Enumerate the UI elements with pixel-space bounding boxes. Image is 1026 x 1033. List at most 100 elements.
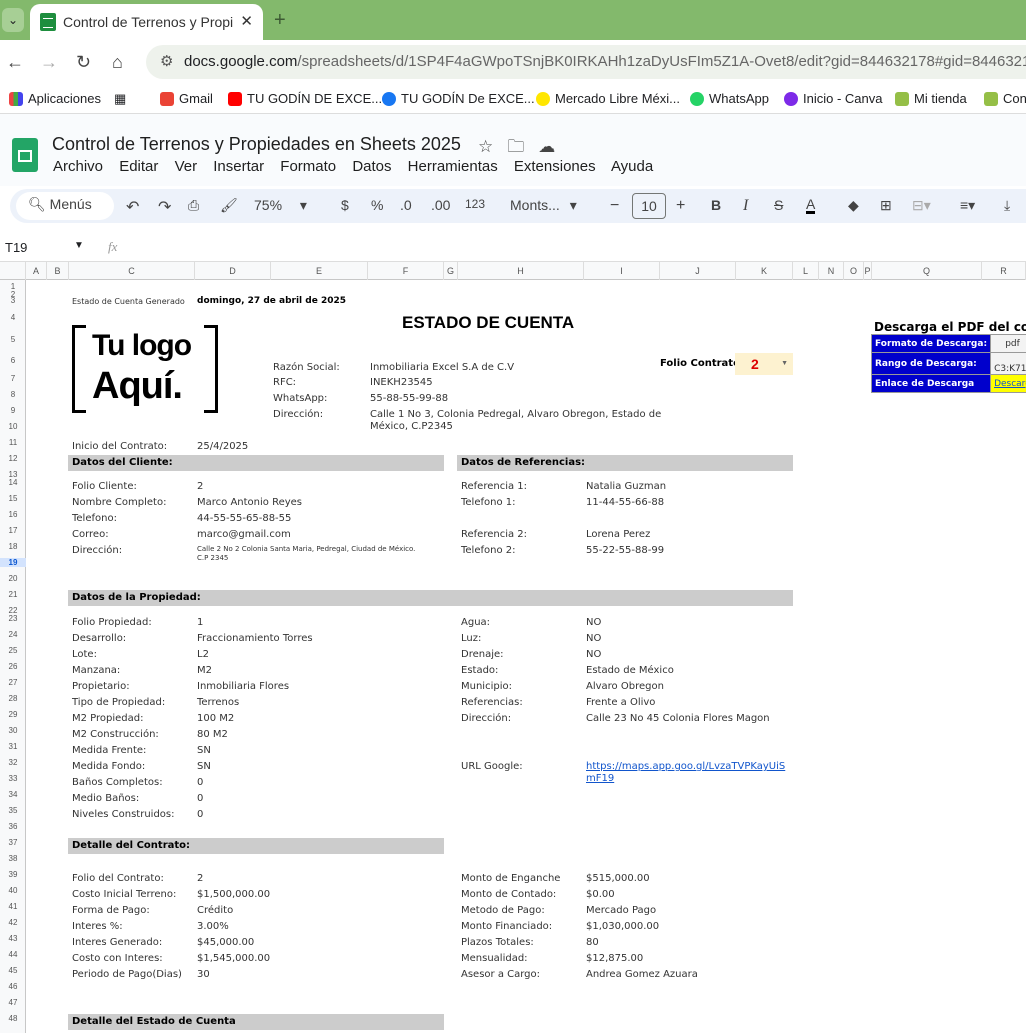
strikethrough-icon[interactable]: S [774, 197, 783, 213]
column-header[interactable]: N [819, 262, 844, 280]
close-tab-icon[interactable]: ✕ [240, 12, 253, 30]
redo-icon[interactable]: ↷ [158, 197, 171, 217]
text-color-icon[interactable]: A [806, 197, 816, 214]
menu-archivo[interactable]: Archivo [53, 158, 103, 175]
bookmark-shopify[interactable]: Mi tienda [895, 91, 967, 106]
select-all-corner[interactable] [0, 262, 26, 280]
column-header[interactable]: F [368, 262, 444, 280]
maps-link[interactable]: https://maps.app.goo.gl/LvzaTVPKayUiS [586, 761, 785, 772]
row-header[interactable]: 29 [0, 710, 26, 719]
row-header[interactable]: 18 [0, 542, 26, 551]
row-header[interactable]: 28 [0, 694, 26, 703]
row-header[interactable]: 20 [0, 574, 26, 583]
document-title[interactable]: Control de Terrenos y Propiedades en She… [52, 134, 461, 155]
row-header[interactable]: 26 [0, 662, 26, 671]
column-header[interactable]: K [736, 262, 793, 280]
row-header[interactable]: 47 [0, 998, 26, 1007]
row-header[interactable]: 39 [0, 870, 26, 879]
row-header[interactable]: 30 [0, 726, 26, 735]
pdf-format-value[interactable]: pdf [990, 334, 1026, 353]
row-header[interactable]: 16 [0, 510, 26, 519]
cloud-status-icon[interactable]: ☁ [538, 137, 569, 156]
borders-icon[interactable]: ⊞ [880, 197, 892, 214]
column-header[interactable]: D [195, 262, 271, 280]
row-header[interactable]: 15 [0, 494, 26, 503]
font-select[interactable]: Monts... ▾ [510, 197, 577, 214]
row-header[interactable]: 44 [0, 950, 26, 959]
column-header[interactable]: E [271, 262, 368, 280]
decrease-decimal-button[interactable]: .0 [400, 197, 412, 213]
reload-icon[interactable]: ↻ [76, 52, 91, 73]
row-header[interactable]: 25 [0, 646, 26, 655]
increase-font-icon[interactable]: + [676, 197, 685, 215]
row-header[interactable]: 3 [0, 296, 26, 305]
row-header[interactable]: 37 [0, 838, 26, 847]
menu-editar[interactable]: Editar [119, 158, 158, 175]
fill-color-icon[interactable]: ◆ [848, 197, 859, 214]
percent-button[interactable]: % [371, 197, 383, 213]
column-header[interactable]: I [584, 262, 660, 280]
menu-ver[interactable]: Ver [175, 158, 198, 175]
new-tab-icon[interactable]: + [274, 9, 286, 32]
row-header[interactable]: 21 [0, 590, 26, 599]
sheets-logo-icon[interactable] [12, 138, 38, 172]
column-header[interactable]: P [864, 262, 872, 280]
menu-datos[interactable]: Datos [352, 158, 391, 175]
merge-cells-icon[interactable]: ⊟▾ [912, 197, 931, 214]
row-header[interactable]: 19 [0, 558, 26, 567]
menu-ayuda[interactable]: Ayuda [611, 158, 653, 175]
menu-search[interactable]: 🔍︎ Menús [16, 192, 114, 220]
print-icon[interactable]: ⎙ [188, 197, 199, 214]
row-header[interactable]: 31 [0, 742, 26, 751]
bookmark-apps[interactable]: Aplicaciones [9, 91, 101, 106]
row-header[interactable]: 10 [0, 422, 26, 431]
column-header[interactable]: Q [872, 262, 982, 280]
row-header[interactable]: 12 [0, 454, 26, 463]
row-header[interactable]: 14 [0, 478, 26, 487]
valign-icon[interactable]: ⤓ [1004, 197, 1010, 214]
paint-format-icon[interactable]: 🖌︎ [220, 197, 238, 214]
bookmark-canva[interactable]: Inicio - Canva [784, 91, 882, 106]
row-header[interactable]: 4 [0, 313, 26, 322]
pdf-range-value[interactable]: C3:K71 [990, 352, 1026, 375]
row-header[interactable]: 17 [0, 526, 26, 535]
zoom-select[interactable]: 75% ▾ [254, 197, 307, 214]
row-header[interactable]: 11 [0, 438, 26, 447]
row-header[interactable]: 40 [0, 886, 26, 895]
italic-icon[interactable]: I [743, 197, 748, 215]
column-header[interactable]: B [47, 262, 69, 280]
column-header[interactable]: C [69, 262, 195, 280]
name-box[interactable]: T19 [5, 240, 27, 255]
row-header[interactable]: 35 [0, 806, 26, 815]
row-header[interactable]: 45 [0, 966, 26, 975]
currency-button[interactable]: $ [341, 197, 349, 213]
row-header[interactable]: 38 [0, 854, 26, 863]
pdf-download-link[interactable]: Descarg [994, 379, 1026, 389]
menu-insertar[interactable]: Insertar [213, 158, 264, 175]
row-header[interactable]: 48 [0, 1014, 26, 1023]
row-header[interactable]: 7 [0, 374, 26, 383]
bookmark-whatsapp[interactable]: WhatsApp [690, 91, 769, 106]
bookmark-gmail[interactable]: Gmail [160, 91, 213, 106]
menu-extensiones[interactable]: Extensiones [514, 158, 596, 175]
site-info-icon[interactable]: ⚙ [160, 45, 173, 79]
decrease-font-icon[interactable]: − [610, 197, 619, 215]
row-header[interactable]: 43 [0, 934, 26, 943]
bookmark-facebook[interactable]: TU GODÍN De EXCE... [382, 91, 535, 106]
bookmark-shopify-2[interactable]: Con [984, 91, 1026, 106]
column-header[interactable]: A [26, 262, 47, 280]
star-icon[interactable]: ☆ [478, 137, 507, 156]
align-icon[interactable]: ≡▾ [960, 197, 975, 214]
row-header[interactable]: 41 [0, 902, 26, 911]
undo-icon[interactable]: ↶ [126, 197, 139, 217]
name-box-chevron-icon[interactable]: ▼ [74, 240, 84, 251]
column-header[interactable]: H [458, 262, 584, 280]
bold-icon[interactable]: B [711, 197, 721, 213]
row-header[interactable]: 34 [0, 790, 26, 799]
row-header[interactable]: 46 [0, 982, 26, 991]
row-header[interactable]: 36 [0, 822, 26, 831]
tab-search-icon[interactable]: ⌄ [2, 8, 24, 32]
move-folder-icon[interactable]: 🗀 [507, 137, 538, 156]
spreadsheet-grid[interactable]: Estado de Cuenta Generado domingo, 27 de… [27, 281, 1026, 1033]
maps-link-line-2[interactable]: mF19 [586, 773, 614, 784]
